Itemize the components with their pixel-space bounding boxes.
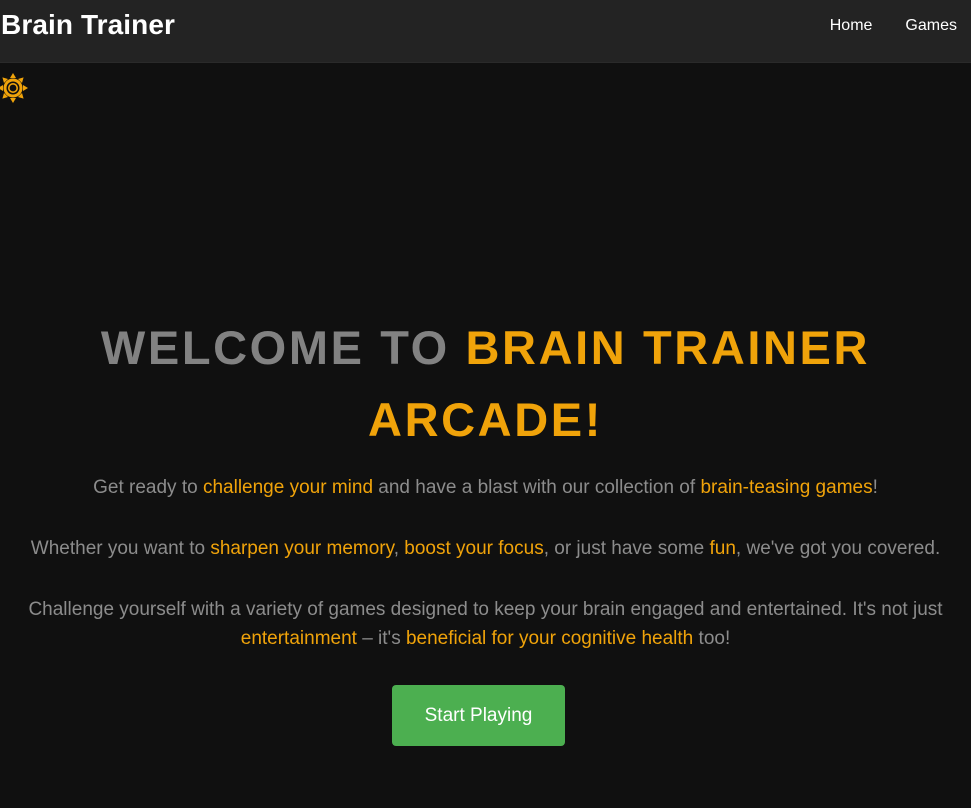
text-segment: ! (872, 477, 878, 498)
nav-links: Home Games (830, 16, 957, 36)
text-segment: Challenge yourself with a variety of gam… (28, 599, 943, 620)
hero-title-welcome: WELCOME TO (100, 321, 466, 374)
highlight-text: sharpen your memory (210, 538, 394, 559)
highlight-text: entertainment (240, 628, 357, 649)
text-segment: – it's (356, 628, 406, 649)
hero-challenge-text: Challenge yourself with a variety of gam… (0, 595, 971, 653)
sun-icon (0, 73, 28, 103)
hero-section: WELCOME TO BRAIN TRAINER ARCADE! Get rea… (0, 312, 971, 649)
text-segment: , (393, 538, 405, 559)
highlight-text: brain-teasing games (700, 477, 873, 498)
text-segment: too! (693, 628, 731, 649)
nav-link-games[interactable]: Games (905, 16, 957, 36)
hero-title: WELCOME TO BRAIN TRAINER ARCADE! (76, 312, 896, 456)
hero-benefits-text: Whether you want to sharpen your memory,… (0, 534, 971, 563)
highlight-text: beneficial for your cognitive health (405, 628, 694, 649)
text-segment: Whether you want to (30, 538, 211, 559)
highlight-text: boost your focus (404, 538, 544, 559)
text-segment: , or just have some (543, 538, 710, 559)
text-segment: Get ready to (93, 477, 203, 498)
text-segment: and have a blast with our collection of (373, 477, 701, 498)
nav-link-home[interactable]: Home (830, 16, 873, 36)
hero-intro-text: Get ready to challenge your mind and hav… (0, 473, 971, 502)
text-segment: , we've got you covered. (735, 538, 941, 559)
start-playing-button[interactable]: Start Playing (392, 685, 565, 746)
theme-toggle-button[interactable] (0, 72, 29, 104)
navbar: Brain Trainer Home Games (0, 0, 971, 62)
site-brand[interactable]: Brain Trainer (1, 9, 175, 41)
highlight-text: fun (709, 538, 736, 559)
highlight-text: challenge your mind (202, 477, 374, 498)
